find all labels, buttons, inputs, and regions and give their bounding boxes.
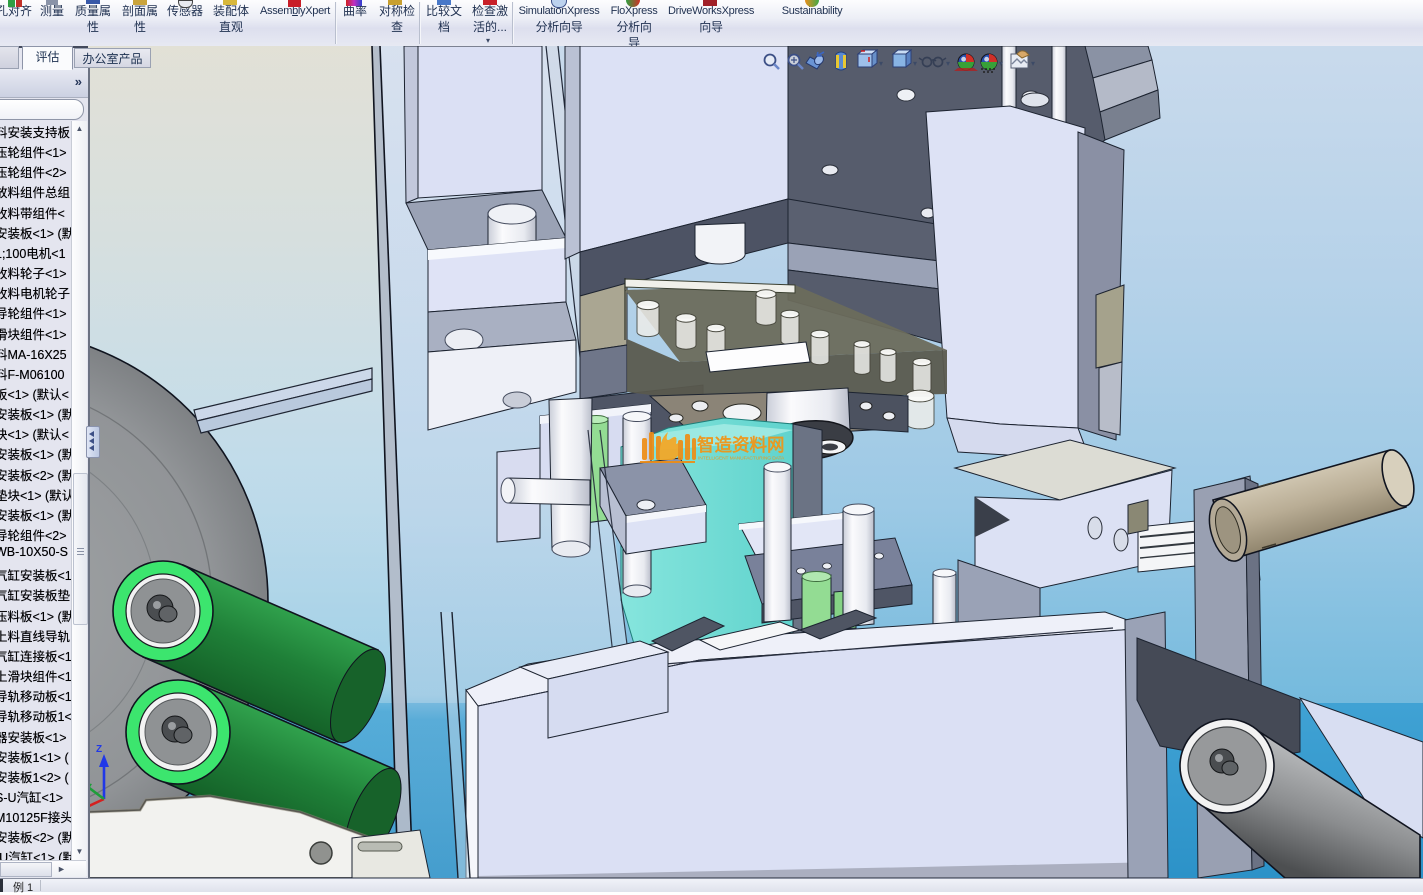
svg-text:▾: ▾	[913, 59, 917, 68]
svg-text:▾: ▾	[999, 59, 1003, 68]
svg-text:▾: ▾	[946, 59, 950, 68]
svg-text:Z: Z	[96, 744, 102, 755]
svg-text:▾: ▾	[1031, 59, 1035, 68]
svg-text:智造资料网: 智造资料网	[697, 435, 785, 455]
svg-text:INTELLIGENT MANUFACTURING DATA: INTELLIGENT MANUFACTURING DATA	[698, 456, 785, 462]
svg-text:▾: ▾	[879, 59, 883, 68]
